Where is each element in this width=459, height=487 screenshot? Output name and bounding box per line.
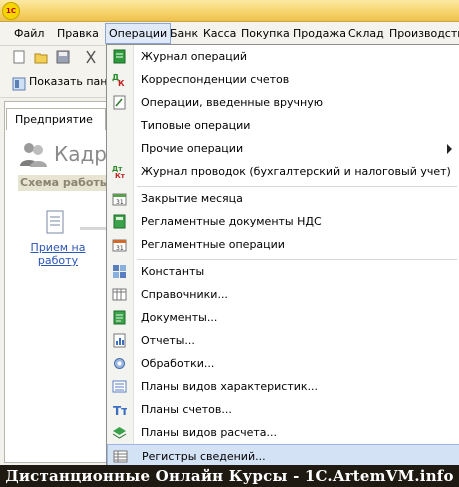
- menu-item-label: Планы счетов...: [141, 403, 232, 416]
- menu-item-vat-documents[interactable]: Регламентные документы НДС: [107, 210, 459, 233]
- menu-item-postings-journal[interactable]: Дт Кт Журнал проводок (бухгалтерский и на…: [107, 160, 459, 183]
- panel-icon: [12, 77, 26, 91]
- svg-text:Кт: Кт: [115, 172, 126, 179]
- scheme-connector: [80, 227, 108, 230]
- menu-item-information-registers[interactable]: Регистры сведений...: [107, 444, 459, 467]
- svg-text:К: К: [118, 79, 125, 87]
- calendar-31-icon: 31: [112, 239, 127, 252]
- menu-item-label: Журнал операций: [141, 50, 247, 63]
- menu-item-constants[interactable]: Константы: [107, 260, 459, 283]
- manual-op-icon: [113, 95, 126, 110]
- operations-dropdown: Журнал операций ДК Корреспонденции счето…: [106, 44, 459, 467]
- svg-text:Тт: Тт: [113, 404, 127, 417]
- menu-item-label: Прочие операции: [141, 142, 244, 155]
- menu-item-catalogs[interactable]: Справочники...: [107, 283, 459, 306]
- new-document-icon[interactable]: [12, 50, 26, 64]
- app-logo: 1С: [2, 2, 20, 20]
- menu-cash[interactable]: Касса: [200, 24, 239, 43]
- menu-item-calculation-plans[interactable]: Планы видов расчета...: [107, 421, 459, 444]
- menu-item-label: Типовые операции: [141, 119, 251, 132]
- menu-purchase[interactable]: Покупка: [238, 24, 293, 43]
- menu-item-label: Планы видов характеристик...: [141, 380, 319, 393]
- menu-item-label: Константы: [141, 265, 205, 278]
- toolbar: [0, 46, 106, 69]
- menu-item-label: Регламентные документы НДС: [141, 215, 322, 228]
- hire-link[interactable]: Прием на работу: [28, 241, 88, 267]
- reports-icon: [113, 333, 126, 348]
- menu-item-typical-operations[interactable]: Типовые операции: [107, 114, 459, 137]
- menu-item-accounts-plans[interactable]: Тт Планы счетов...: [107, 398, 459, 421]
- submenu-arrow-icon: [447, 144, 452, 154]
- menu-item-journal-operations[interactable]: Журнал операций: [107, 45, 459, 68]
- menu-warehouse[interactable]: Склад: [345, 24, 387, 43]
- menu-item-month-closing[interactable]: 31 Закрытие месяца: [107, 187, 459, 210]
- menu-operations[interactable]: Операции: [105, 23, 172, 44]
- tab-enterprise[interactable]: Предприятие: [6, 108, 106, 130]
- section-heading: Кадр: [54, 142, 107, 166]
- journal-icon: [113, 49, 126, 64]
- cut-icon[interactable]: [84, 50, 98, 64]
- menu-production[interactable]: Производство: [386, 24, 459, 43]
- menu-edit[interactable]: Правка: [54, 24, 102, 43]
- menu-item-label: Планы видов расчета...: [141, 426, 278, 439]
- svg-text:31: 31: [116, 245, 124, 252]
- menu-item-account-correspondence[interactable]: ДК Корреспонденции счетов: [107, 68, 459, 91]
- tab-enterprise-label: Предприятие: [15, 113, 93, 126]
- document-icon[interactable]: [44, 209, 66, 235]
- document-green-icon: [113, 214, 126, 229]
- menu-file[interactable]: Файл: [11, 24, 47, 43]
- menu-item-label: Журнал проводок (бухгалтерский и налогов…: [141, 165, 451, 178]
- menu-item-regulatory-operations[interactable]: 31 Регламентные операции: [107, 233, 459, 256]
- menu-item-reports[interactable]: Отчеты...: [107, 329, 459, 352]
- constants-icon: [113, 265, 126, 278]
- save-icon[interactable]: [56, 50, 70, 64]
- open-folder-icon[interactable]: [34, 50, 48, 64]
- registers-icon: [113, 450, 128, 463]
- processing-icon: [114, 358, 125, 369]
- menu-bank[interactable]: Банк: [167, 24, 201, 43]
- menu-item-label: Отчеты...: [141, 334, 195, 347]
- catalog-icon: [112, 288, 127, 301]
- menu-item-label: Закрытие месяца: [141, 192, 243, 205]
- panel-toolbar: Показать пане: [0, 70, 114, 98]
- show-panel-button[interactable]: Показать пане: [29, 75, 114, 88]
- dk-icon: ДК: [112, 73, 125, 87]
- dt-kt-icon: ДтКт: [112, 165, 126, 179]
- char-plans-icon: [112, 380, 127, 393]
- menu-item-other-operations[interactable]: Прочие операции: [107, 137, 459, 160]
- documents-icon: [113, 310, 126, 325]
- title-bar: 1С: [0, 0, 459, 22]
- menu-item-manual-operations[interactable]: Операции, введенные вручную: [107, 91, 459, 114]
- accounts-plan-icon: Тт: [113, 404, 127, 417]
- svg-text:31: 31: [116, 199, 124, 206]
- menu-item-characteristic-plans[interactable]: Планы видов характеристик...: [107, 375, 459, 398]
- calendar-check-icon: 31: [112, 193, 127, 206]
- menu-item-label: Корреспонденции счетов: [141, 73, 290, 86]
- people-icon: [20, 143, 47, 167]
- menu-item-processing[interactable]: Обработки...: [107, 352, 459, 375]
- menu-item-documents[interactable]: Документы...: [107, 306, 459, 329]
- menu-item-label: Обработки...: [141, 357, 215, 370]
- menu-item-label: Справочники...: [141, 288, 228, 301]
- promo-banner: Дистанционные Онлайн Курсы - 1C.ArtemVM.…: [0, 465, 459, 487]
- menu-item-label: Документы...: [141, 311, 218, 324]
- menu-item-label: Регламентные операции: [141, 238, 285, 251]
- calc-plans-icon: [112, 427, 127, 439]
- menu-bar: Файл Правка Операции Банк Касса Покупка …: [0, 22, 459, 46]
- menu-item-label: Операции, введенные вручную: [141, 96, 323, 109]
- scheme-label: Схема работы: [18, 175, 110, 191]
- menu-sales[interactable]: Продажа: [290, 24, 349, 43]
